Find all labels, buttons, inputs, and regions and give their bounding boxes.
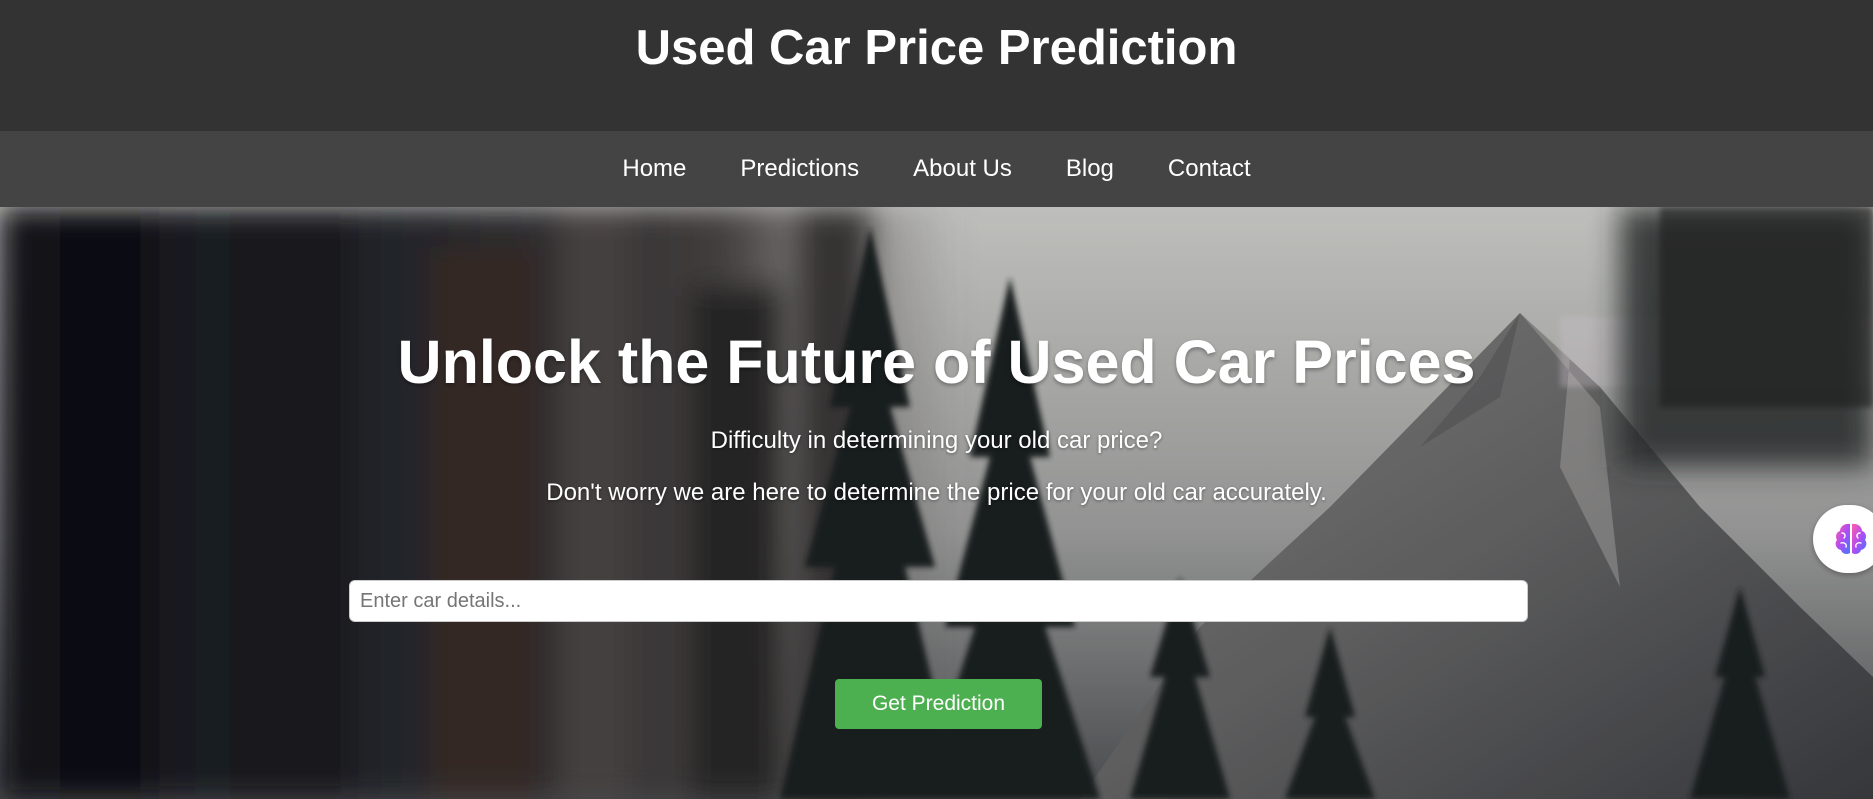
brain-icon	[1835, 523, 1867, 554]
hero-content: Unlock the Future of Used Car Prices Dif…	[0, 207, 1873, 799]
get-prediction-button[interactable]: Get Prediction	[835, 679, 1042, 729]
hero-subtitle-question: Difficulty in determining your old car p…	[710, 427, 1163, 454]
main-navigation: Home Predictions About Us Blog Contact	[0, 131, 1873, 207]
hero-heading: Unlock the Future of Used Car Prices	[397, 328, 1476, 396]
nav-link-home[interactable]: Home	[622, 155, 686, 183]
car-details-input[interactable]	[349, 580, 1528, 622]
site-header: Used Car Price Prediction	[0, 0, 1873, 131]
hero-subtitle-reassurance: Don't worry we are here to determine the…	[546, 479, 1327, 506]
hero-section: Unlock the Future of Used Car Prices Dif…	[0, 207, 1873, 799]
nav-link-contact[interactable]: Contact	[1168, 155, 1251, 183]
ai-assistant-widget[interactable]	[1813, 505, 1873, 573]
nav-link-blog[interactable]: Blog	[1066, 155, 1114, 183]
site-title: Used Car Price Prediction	[635, 21, 1238, 75]
nav-link-about-us[interactable]: About Us	[913, 155, 1012, 183]
nav-link-predictions[interactable]: Predictions	[740, 155, 859, 183]
